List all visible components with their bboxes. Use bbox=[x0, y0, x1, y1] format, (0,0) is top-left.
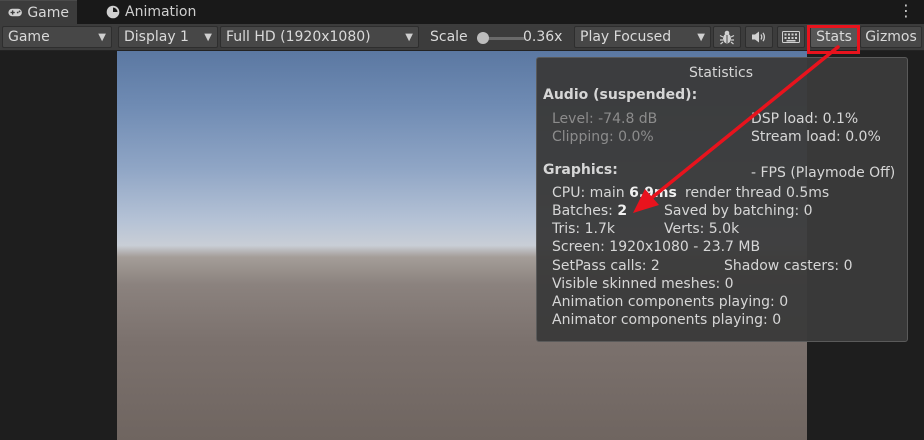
batches: Batches: 2 bbox=[552, 203, 627, 220]
batches-prefix: Batches: bbox=[552, 203, 613, 219]
tab-game-label: Game bbox=[27, 4, 69, 21]
more-options-icon[interactable]: ⋮ bbox=[898, 2, 914, 20]
scale-label-text: Scale bbox=[430, 29, 468, 45]
cpu-render-thread: render thread 0.5ms bbox=[685, 185, 830, 201]
audio-heading: Audio (suspended): bbox=[543, 87, 698, 103]
batches-value: 2 bbox=[617, 203, 628, 219]
play-mode-value: Play Focused bbox=[580, 29, 672, 45]
dsp-load: DSP load: 0.1% bbox=[751, 111, 859, 127]
mute-audio-button[interactable] bbox=[745, 26, 773, 48]
keyboard-shortcuts-button[interactable] bbox=[777, 26, 805, 48]
chevron-down-icon: ▼ bbox=[204, 31, 212, 43]
display-dropdown[interactable]: Display 1 ▼ bbox=[118, 26, 218, 48]
keyboard-icon bbox=[782, 31, 800, 43]
fps-readout: - FPS (Playmode Off) bbox=[751, 165, 896, 181]
view-mode-value: Game bbox=[8, 29, 50, 45]
scale-value: 0.36x bbox=[517, 26, 571, 48]
scale-slider-handle[interactable] bbox=[477, 32, 489, 44]
scale-label: Scale bbox=[424, 26, 474, 48]
play-mode-dropdown[interactable]: Play Focused ▼ bbox=[574, 26, 711, 48]
bug-icon bbox=[719, 30, 735, 45]
tab-bar: Game Animation ⋮ bbox=[0, 0, 924, 24]
animator-components: Animator components playing: 0 bbox=[552, 312, 782, 328]
tab-game[interactable]: Game bbox=[0, 0, 77, 24]
view-mode-dropdown[interactable]: Game ▼ bbox=[2, 26, 112, 48]
verts-count: Verts: 5.0k bbox=[664, 221, 740, 237]
graphics-heading: Graphics: bbox=[543, 162, 618, 178]
clock-icon bbox=[106, 5, 120, 19]
visible-skinned-meshes: Visible skinned meshes: 0 bbox=[552, 276, 734, 292]
saved-by-batching: Saved by batching: 0 bbox=[664, 203, 813, 219]
stream-load: Stream load: 0.0% bbox=[751, 129, 881, 145]
debug-button[interactable] bbox=[713, 26, 741, 48]
display-value: Display 1 bbox=[124, 29, 189, 45]
gamepad-icon bbox=[8, 8, 22, 17]
resolution-dropdown[interactable]: Full HD (1920x1080) ▼ bbox=[220, 26, 419, 48]
cpu-main-prefix: CPU: main bbox=[552, 185, 625, 201]
resolution-value: Full HD (1920x1080) bbox=[226, 29, 371, 45]
tab-animation-label: Animation bbox=[125, 4, 197, 20]
highlight-box bbox=[807, 25, 860, 54]
cpu-main-value: 6.9ms bbox=[629, 185, 677, 201]
chevron-down-icon: ▼ bbox=[697, 31, 705, 43]
tris-count: Tris: 1.7k bbox=[552, 221, 615, 237]
gizmos-button[interactable]: Gizmos bbox=[860, 26, 922, 48]
chevron-down-icon: ▼ bbox=[405, 31, 413, 43]
audio-level: Level: -74.8 dB bbox=[552, 111, 658, 127]
chevron-down-icon: ▼ bbox=[98, 31, 106, 43]
cpu-main: CPU: main 6.9ms bbox=[552, 185, 677, 202]
statistics-title: Statistics bbox=[689, 65, 753, 81]
speaker-icon bbox=[752, 31, 766, 43]
scale-value-text: 0.36x bbox=[523, 29, 563, 45]
audio-clipping: Clipping: 0.0% bbox=[552, 129, 654, 145]
setpass-calls: SetPass calls: 2 bbox=[552, 258, 660, 274]
animation-components: Animation components playing: 0 bbox=[552, 294, 789, 310]
shadow-casters: Shadow casters: 0 bbox=[724, 258, 853, 274]
screen-info: Screen: 1920x1080 - 23.7 MB bbox=[552, 239, 761, 255]
gizmos-button-label: Gizmos bbox=[865, 29, 917, 45]
tab-animation[interactable]: Animation bbox=[98, 0, 204, 24]
